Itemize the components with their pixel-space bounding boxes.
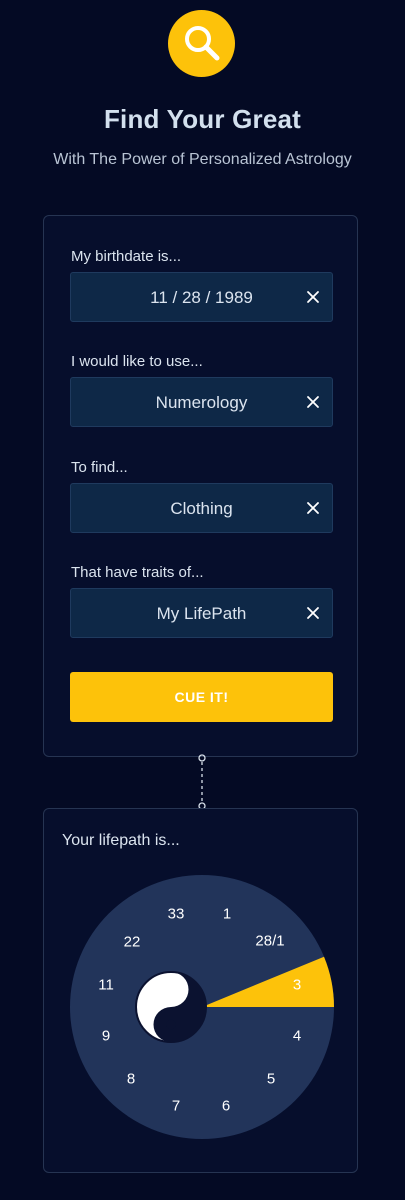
wheel-number-9[interactable]: 9 (102, 1028, 110, 1045)
wheel-number-6[interactable]: 6 (222, 1098, 230, 1115)
lifepath-wheel: 1 28/1 3 4 5 6 7 8 9 11 22 33 (70, 875, 334, 1139)
wheel-number-8[interactable]: 8 (127, 1071, 135, 1088)
page-title: Find Your Great (103, 104, 302, 134)
close-icon[interactable] (306, 606, 320, 620)
wheel-number-3[interactable]: 3 (293, 977, 301, 994)
wheel-number-5[interactable]: 5 (267, 1071, 275, 1088)
logo (168, 10, 235, 77)
wheel-number-11[interactable]: 11 (98, 977, 114, 994)
category-field[interactable]: Clothing (70, 483, 333, 533)
traits-value: My LifePath (156, 604, 247, 623)
connector-line (198, 754, 206, 810)
close-icon[interactable] (306, 501, 320, 515)
category-label: To find... (71, 459, 128, 476)
traits-label: That have traits of... (71, 564, 204, 581)
birthdate-value: 11 / 28 / 1989 (150, 288, 253, 307)
method-value: Numerology (155, 393, 248, 412)
wheel-number-33[interactable]: 33 (168, 906, 185, 923)
search-icon (185, 26, 220, 61)
lifepath-result-card: Your lifepath is... 1 28/1 3 4 5 6 7 8 9 (43, 808, 358, 1173)
close-icon[interactable] (306, 395, 320, 409)
category-value: Clothing (170, 499, 233, 518)
birthdate-label: My birthdate is... (71, 248, 182, 265)
close-icon[interactable] (306, 290, 320, 304)
birthdate-field[interactable]: 11 / 28 / 1989 (70, 272, 333, 322)
method-field[interactable]: Numerology (70, 377, 333, 427)
wheel-number-22[interactable]: 22 (124, 934, 141, 951)
method-label: I would like to use... (71, 353, 203, 370)
wheel-number-28-1[interactable]: 28/1 (255, 933, 284, 950)
wheel-number-1[interactable]: 1 (223, 906, 231, 923)
wheel-number-7[interactable]: 7 (172, 1098, 180, 1115)
search-form-card: My birthdate is... 11 / 28 / 1989 I woul… (43, 215, 358, 757)
page: Find Your Great With The Power of Person… (0, 0, 405, 1200)
page-subtitle: With The Power of Personalized Astrology (53, 151, 352, 168)
lifepath-label: Your lifepath is... (62, 832, 180, 849)
traits-field[interactable]: My LifePath (70, 588, 333, 638)
wheel-number-4[interactable]: 4 (293, 1028, 301, 1045)
cue-it-button[interactable]: CUE IT! (70, 672, 333, 722)
yin-yang-icon (135, 971, 207, 1043)
